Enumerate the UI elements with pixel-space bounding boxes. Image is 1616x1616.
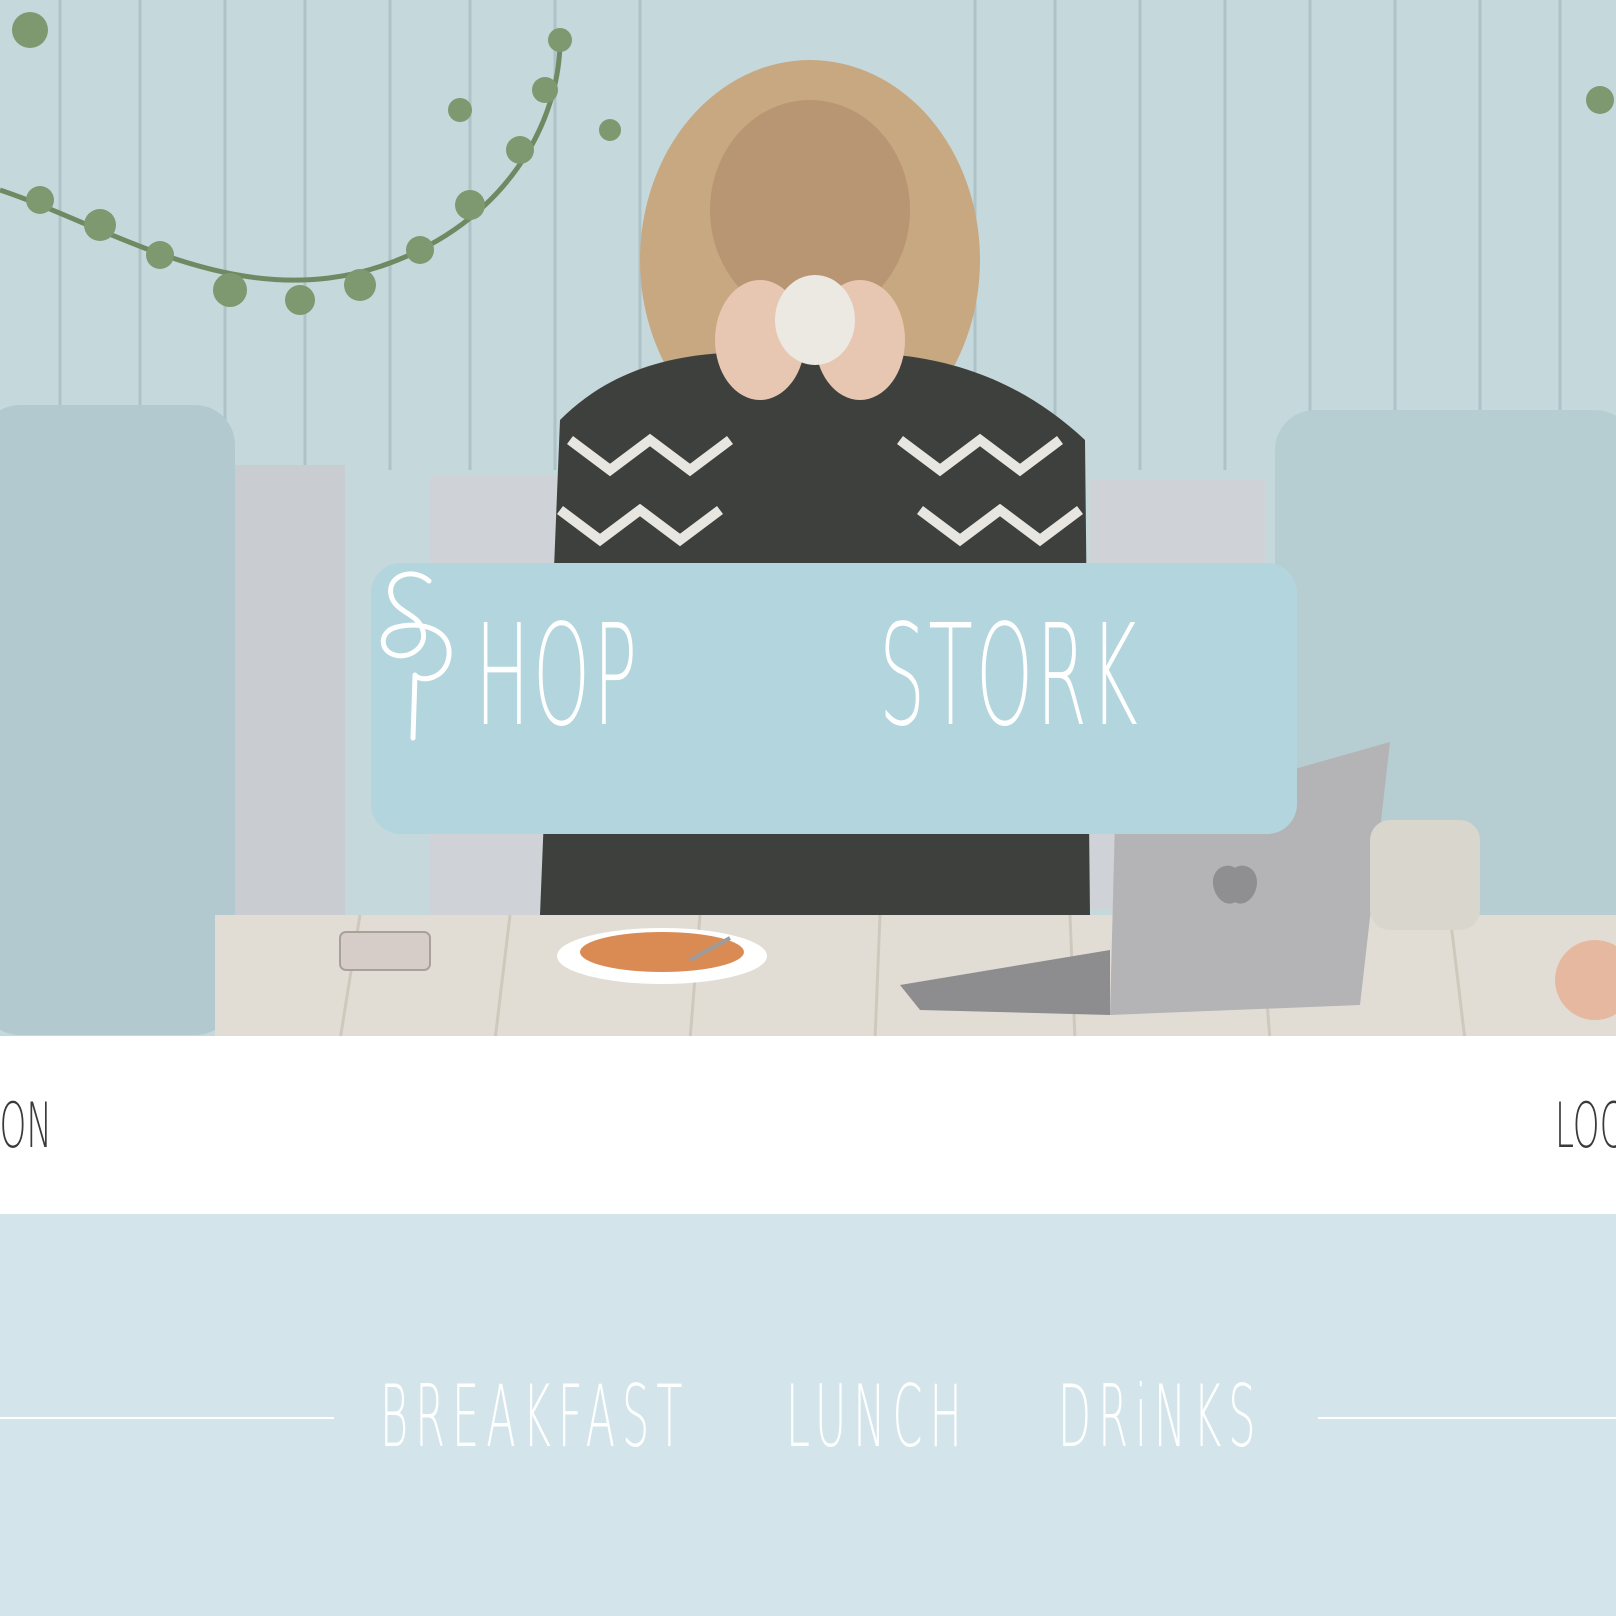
menu-item-breakfast[interactable]: BREAKFAST xyxy=(380,1374,690,1460)
logo-word-hop: HOP xyxy=(475,595,641,758)
nav-link-right[interactable]: LOC xyxy=(1555,1094,1616,1158)
menu-band: BREAKFAST LUNCH DRiNKS xyxy=(0,1214,1616,1616)
logo-badge[interactable]: HOP STORK xyxy=(371,563,1297,834)
menu-item-drinks[interactable]: DRiNKS xyxy=(1058,1374,1263,1460)
hero-scene xyxy=(0,0,1616,1036)
nav-link-left[interactable]: iON xyxy=(0,1094,52,1158)
divider-line-left xyxy=(0,1417,334,1419)
hero-photo: HOP STORK xyxy=(0,0,1616,1036)
menu-item-lunch[interactable]: LUNCH xyxy=(786,1374,969,1460)
divider-line-right xyxy=(1318,1417,1616,1419)
stork-icon xyxy=(380,571,452,741)
nav-strip: iON LOC xyxy=(0,1036,1616,1214)
logo-word-stork: STORK xyxy=(879,595,1141,758)
